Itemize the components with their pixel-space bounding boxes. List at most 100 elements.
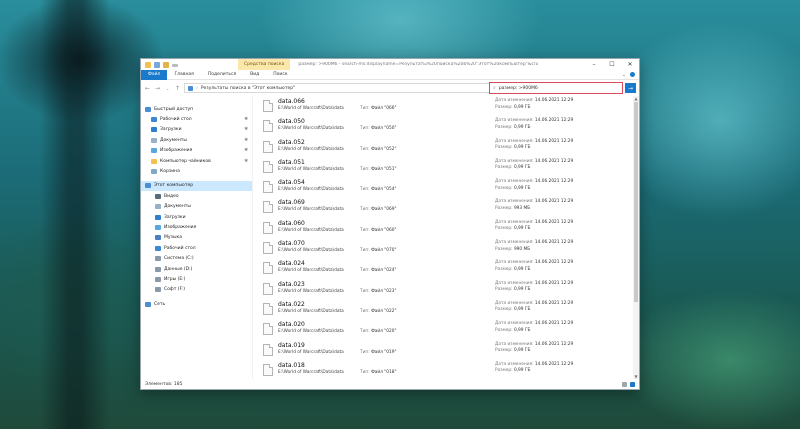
up-arrow-icon[interactable]: ↑ (174, 85, 181, 92)
nav-pc-documents[interactable]: Документы (141, 202, 252, 212)
file-date-label: Дата изменения: (495, 240, 534, 246)
file-type: Тип: Файл "066" (360, 106, 396, 111)
tab-home[interactable]: Главная (167, 70, 200, 80)
file-row[interactable]: data.024 E:\World of Warcraft\Data\data Ти… (253, 258, 639, 278)
document-icon (151, 137, 157, 143)
nav-quick-desktop[interactable]: Рабочий стол ✱ (141, 114, 252, 124)
nav-quick-recycle-bin[interactable]: Корзина (141, 166, 252, 176)
search-box[interactable]: ⌕ размер: >900Мб (489, 82, 623, 94)
file-size-value: 0,99 ГБ (513, 226, 531, 232)
recent-chevron-icon[interactable]: ⌄ (164, 85, 171, 92)
file-row[interactable]: data.070 E:\World of Warcraft\Data\data Ти… (253, 238, 639, 258)
file-type-value: Файл "024" (371, 268, 397, 274)
file-size: Размер: 993 МБ (495, 206, 573, 213)
tab-file[interactable]: Файл (141, 69, 168, 80)
file-icon (263, 262, 273, 275)
back-arrow-icon[interactable]: ← (144, 85, 151, 92)
nav-quick-pictures[interactable]: Изображения ✱ (141, 146, 252, 156)
search-tools-context-tab[interactable]: Средства поиска (238, 59, 291, 70)
file-meta: Дата изменения: 14.06.2021 12:29 Размер: … (495, 301, 573, 314)
tab-search[interactable]: Поиск (266, 70, 294, 80)
scroll-thumb[interactable] (634, 102, 638, 302)
details-view-icon[interactable] (622, 381, 627, 387)
file-size-label: Размер: (495, 246, 513, 252)
file-meta: Дата изменения: 14.06.2021 12:29 Размер: … (495, 281, 573, 294)
file-row[interactable]: data.060 E:\World of Warcraft\Data\data Ти… (253, 218, 639, 238)
minimize-button[interactable]: – (585, 59, 603, 70)
vertical-scrollbar[interactable]: ▲ ▼ (633, 96, 639, 379)
file-type: Тип: Файл "070" (360, 248, 396, 253)
nav-quick-documents[interactable]: Документы ✱ (141, 135, 252, 145)
address-row: ← → ⌄ ↑ › Результаты поиска в "Этот комп… (141, 80, 639, 96)
nav-quick-access[interactable]: Быстрый доступ (141, 104, 252, 114)
file-explorer-window: Средства поиска размер: >900Мб - search-… (140, 58, 640, 390)
status-bar: Элементов: 185 (141, 379, 639, 389)
customize-toolbar-icon[interactable] (172, 63, 178, 67)
nav-pc-pictures[interactable]: Изображения (141, 222, 252, 232)
file-row[interactable]: data.052 E:\World of Warcraft\Data\data Ти… (253, 137, 639, 157)
tab-share[interactable]: Поделиться (201, 70, 243, 80)
file-name: data.070 (278, 240, 305, 248)
file-date-label: Дата изменения: (495, 300, 534, 306)
file-type-value: Файл "054" (371, 187, 397, 193)
scroll-up-icon[interactable]: ▲ (633, 96, 639, 101)
nav-pc-music[interactable]: Музыка (141, 233, 252, 243)
maximize-button[interactable]: ☐ (603, 59, 621, 70)
file-date-value: 14.06.2021 12:29 (534, 158, 574, 164)
close-button[interactable]: ✕ (621, 59, 639, 70)
file-list: data.066 E:\World of Warcraft\Data\data Ти… (253, 96, 639, 379)
search-input[interactable]: размер: >900Мб (499, 86, 538, 91)
file-date-label: Дата изменения: (495, 138, 534, 144)
tab-view[interactable]: Вид (243, 70, 266, 80)
nav-pc-videos[interactable]: Видео (141, 191, 252, 201)
file-row[interactable]: data.022 E:\World of Warcraft\Data\data Ти… (253, 299, 639, 319)
window-controls: – ☐ ✕ (585, 59, 639, 70)
file-row[interactable]: data.023 E:\World of Warcraft\Data\data Ти… (253, 279, 639, 299)
file-size-label: Размер: (495, 266, 513, 272)
file-row[interactable]: data.020 E:\World of Warcraft\Data\data Ти… (253, 319, 639, 339)
file-icon (263, 242, 273, 255)
file-size-label: Размер: (495, 104, 513, 110)
file-type-label: Тип: (360, 248, 370, 254)
file-row[interactable]: data.066 E:\World of Warcraft\Data\data Ти… (253, 96, 639, 116)
ribbon-right-controls: ⌄ (622, 71, 639, 78)
properties-icon[interactable] (154, 61, 160, 68)
chevron-down-icon[interactable]: ⌄ (622, 72, 626, 78)
file-row[interactable]: data.050 E:\World of Warcraft\Data\data Ти… (253, 116, 639, 136)
file-date-value: 14.06.2021 12:29 (534, 280, 574, 286)
nav-pc-drive-c[interactable]: Система (C:) (141, 253, 252, 263)
file-size-value: 0,99 ГБ (513, 327, 531, 333)
help-icon[interactable] (630, 71, 635, 77)
file-type-value: Файл "018" (371, 369, 397, 375)
address-bar[interactable]: › Результаты поиска в "Этот компьютер" ⌄… (184, 83, 522, 93)
file-size: Размер: 0,99 ГБ (495, 145, 573, 152)
nav-pc-drive-e[interactable]: Игры (E:) (141, 274, 252, 284)
forward-arrow-icon[interactable]: → (154, 85, 161, 92)
nav-pc-drive-f[interactable]: Софт (F:) (141, 285, 252, 295)
search-go-button[interactable]: → (625, 83, 636, 93)
file-date-value: 14.06.2021 12:29 (534, 240, 574, 246)
pin-icon: ✱ (244, 117, 248, 123)
file-date-value: 14.06.2021 12:29 (534, 219, 574, 225)
file-meta: Дата изменения: 14.06.2021 12:29 Размер: … (495, 342, 573, 355)
nav-quick-downloads[interactable]: Загрузки ✱ (141, 125, 252, 135)
file-name: data.052 (278, 138, 305, 146)
file-size: Размер: 0,99 ГБ (495, 125, 573, 132)
nav-pc-downloads[interactable]: Загрузки (141, 212, 252, 222)
new-folder-icon[interactable] (163, 61, 169, 68)
nav-network[interactable]: Сеть (141, 299, 252, 309)
file-date-label: Дата изменения: (495, 260, 534, 266)
file-row[interactable]: data.018 E:\World of Warcraft\Data\data Ти… (253, 360, 639, 379)
file-row[interactable]: data.051 E:\World of Warcraft\Data\data Ти… (253, 157, 639, 177)
file-row[interactable]: data.069 E:\World of Warcraft\Data\data Ти… (253, 197, 639, 217)
nav-pc-drive-d[interactable]: Данные (D:) (141, 264, 252, 274)
nav-this-pc[interactable]: Этот компьютер (141, 180, 252, 192)
file-size: Размер: 0,99 ГБ (495, 348, 573, 355)
file-size-label: Размер: (495, 368, 513, 374)
tiles-view-icon[interactable] (630, 381, 635, 387)
nav-pc-desktop[interactable]: Рабочий стол (141, 243, 252, 253)
nav-quick-dummies-computer[interactable]: Компьютер чайников ✱ (141, 156, 252, 166)
file-row[interactable]: data.054 E:\World of Warcraft\Data\data Ти… (253, 177, 639, 197)
file-row[interactable]: data.019 E:\World of Warcraft\Data\data Ти… (253, 340, 639, 360)
file-size-value: 0,99 ГБ (513, 185, 531, 191)
